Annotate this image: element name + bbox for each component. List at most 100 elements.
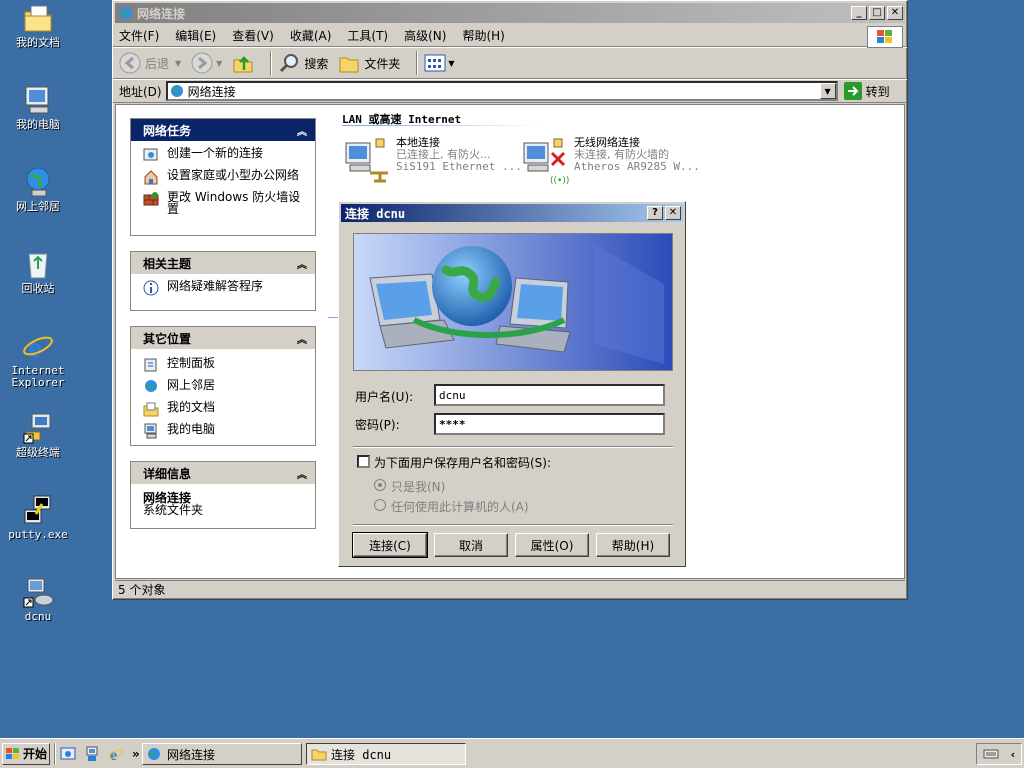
svg-text:e: e [28,331,41,362]
window-titlebar[interactable]: 网络连接 _ □ ✕ [115,3,905,23]
my-documents-icon [143,402,159,417]
details-type: 系统文件夹 [143,503,204,517]
dialog-close-button[interactable]: ✕ [665,206,681,220]
task-create-connection[interactable]: 创建一个新的连接 [143,147,307,163]
address-input[interactable]: 网络连接 ▼ [165,81,838,101]
collapse-chevron-icon[interactable]: ︽ [297,123,307,138]
search-button[interactable]: 搜索 [278,52,328,74]
quicklaunch-ie-icon[interactable]: e [108,746,124,762]
other-places-panel: 其它位置 ︽ 控制面板 网上邻居 我的文档 我的电脑 [130,326,316,446]
menu-help[interactable]: 帮助(H) [462,27,504,44]
help-button[interactable]: ? [647,206,663,220]
my-computer-icon [144,423,157,439]
menu-advanced[interactable]: 高级(N) [404,27,446,44]
save-password-checkbox[interactable] [357,455,370,468]
menu-view[interactable]: 查看(V) [232,27,274,44]
radio-only-me[interactable] [374,479,386,491]
taskbar-network-connections[interactable]: 网络连接 [142,743,302,765]
dialog-help-button[interactable]: 帮助(H) [596,533,670,557]
related-topics-header[interactable]: 相关主题 ︽ [131,252,315,274]
keyboard-icon[interactable] [983,748,999,760]
window-title: 网络连接 [137,6,186,21]
address-dropdown-button[interactable]: ▼ [819,83,836,99]
go-button[interactable]: 转到 [843,82,890,100]
folder-icon [339,57,359,73]
maximize-button[interactable]: □ [869,6,885,20]
network-tasks-panel: 网络任务 ︽ 创建一个新的连接 设置家庭或小型办公网络 更改 Windows 防… [130,118,316,236]
menu-edit[interactable]: 编辑(E) [175,27,216,44]
place-control-panel[interactable]: 控制面板 [143,357,307,373]
menu-bar: 文件(F) 编辑(E) 查看(V) 收藏(A) 工具(T) 高级(N) 帮助(H… [113,25,907,48]
place-my-documents[interactable]: 我的文档 [143,401,307,417]
topic-troubleshooter[interactable]: 网络疑难解答程序 [143,280,307,296]
tray-expand-icon[interactable]: ‹ [1011,748,1016,761]
menu-tools[interactable]: 工具(T) [347,27,388,44]
toolbar: 后退 ▼ ▼ 搜索 文件夹 ▼ [113,47,907,79]
network-places-icon [22,166,54,198]
chevron-down-icon: ▼ [448,58,455,68]
wireless-network-connection[interactable]: ((•)) 无线网络连接 未连接, 有防火墙的 Atheros AR9285 W… [522,137,700,186]
views-icon [424,54,446,72]
details-header[interactable]: 详细信息 ︽ [131,462,315,484]
status-text: 5 个对象 [118,583,166,597]
network-tasks-header[interactable]: 网络任务 ︽ [131,119,315,141]
collapse-chevron-icon[interactable]: ︽ [297,466,307,481]
hyperterminal-icon [22,412,54,444]
status-bar: 5 个对象 [115,580,905,598]
collapse-chevron-icon[interactable]: ︽ [297,256,307,271]
dialog-divider [353,446,673,448]
radio-anyone-label: 任何使用此计算机的人(A) [391,500,529,514]
connect-dialog: 连接 dcnu ? ✕ 用户名(U): dcnu 密码(P): **** 为下面… [338,201,686,567]
network-connections-icon [148,748,160,760]
radio-anyone[interactable] [374,499,386,511]
desktop-icon-my-documents[interactable]: 我的文档 [3,2,73,49]
toolbar-separator [416,51,419,75]
desktop-icon-network-places[interactable]: 网上邻居 [3,166,73,213]
username-label: 用户名(U): [355,390,414,404]
show-desktop-icon[interactable] [60,746,76,762]
network-connections-icon [170,85,183,97]
network-places-icon [145,380,157,392]
back-button[interactable]: 后退 ▼ [119,52,181,74]
desktop-icon-dcnu[interactable]: dcnu [3,576,73,623]
address-bar: 地址(D) 网络连接 ▼ 转到 [113,79,907,103]
search-icon [280,54,299,73]
local-area-connection[interactable]: 本地连接 已连接上, 有防火... SiS191 Ethernet ... [344,137,522,185]
properties-button[interactable]: 属性(O) [515,533,589,557]
connect-button[interactable]: 连接(C) [352,532,428,558]
collapse-chevron-icon[interactable]: ︽ [297,331,307,346]
password-input[interactable]: **** [434,413,665,435]
taskbar: 开始 e » 网络连接 连接 dcnu ‹ [0,738,1024,768]
minimize-button[interactable]: _ [851,6,867,20]
lan-connection-icon [344,137,392,185]
svg-text:e: e [110,747,117,762]
close-button[interactable]: ✕ [887,6,903,20]
username-input[interactable]: dcnu [434,384,665,406]
related-topics-panel: 相关主题 ︽ 网络疑难解答程序 [130,251,316,311]
other-places-header[interactable]: 其它位置 ︽ [131,327,315,349]
menu-favorites[interactable]: 收藏(A) [290,27,332,44]
desktop-icon-recycle-bin[interactable]: 回收站 [3,248,73,295]
wireless-connection-icon: ((•)) [522,137,570,186]
quicklaunch-chevron[interactable]: » [132,747,140,761]
section-divider [342,125,542,126]
dialog-titlebar[interactable]: 连接 dcnu ? ✕ [341,204,683,222]
task-home-network[interactable]: 设置家庭或小型办公网络 [143,169,307,185]
desktop-icon-my-computer[interactable]: 我的电脑 [3,84,73,131]
start-button[interactable]: 开始 [2,742,50,765]
desktop-icon-putty[interactable]: putty.exe [3,494,73,541]
cancel-button[interactable]: 取消 [434,533,508,557]
place-my-computer[interactable]: 我的电脑 [143,423,307,439]
folder-icon [311,749,327,761]
task-firewall-settings[interactable]: 更改 Windows 防火墙设置 [143,191,307,215]
up-folder-button[interactable] [232,52,254,74]
quicklaunch-computer-icon[interactable] [84,746,100,762]
folders-button[interactable]: 文件夹 [338,52,400,74]
place-network[interactable]: 网上邻居 [143,379,307,395]
forward-button[interactable]: ▼ [191,52,222,74]
desktop-icon-hyperterminal[interactable]: 超级终端 [3,412,73,459]
menu-file[interactable]: 文件(F) [119,27,159,44]
desktop-icon-internet-explorer[interactable]: e Internet Explorer [3,330,73,389]
views-button[interactable]: ▼ [424,54,455,72]
taskbar-connect-dcnu[interactable]: 连接 dcnu [306,743,466,765]
